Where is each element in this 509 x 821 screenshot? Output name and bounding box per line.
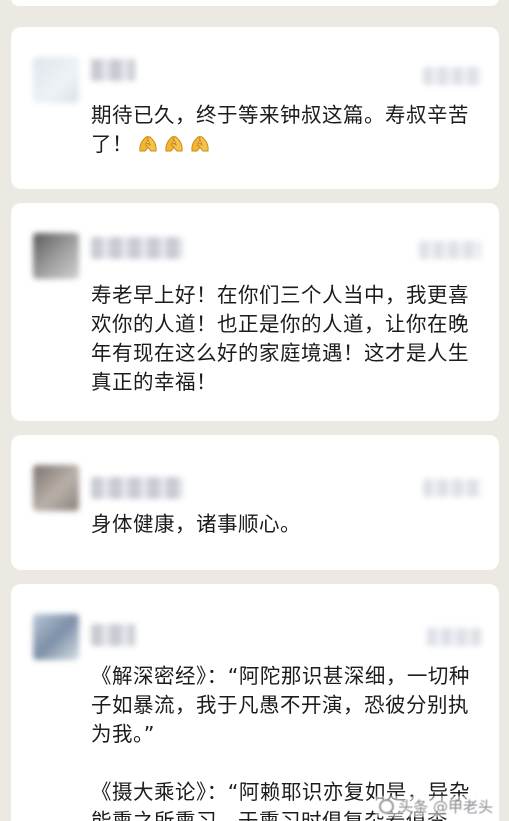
timestamp (423, 67, 481, 85)
timestamp (419, 241, 481, 259)
hands-icon (189, 134, 211, 154)
comment-card[interactable]: 期待已久，终于等来钟叔这篇。寿叔辛苦了！ (11, 27, 499, 189)
comment-card[interactable]: 寿老早上好！在你们三个人当中，我更喜欢你的人道！也正是你的人道，让你在晚年有现在… (11, 203, 499, 421)
watermark: 头条 @甲老头 (375, 796, 497, 817)
avatar[interactable] (33, 614, 79, 660)
username[interactable] (91, 237, 183, 259)
avatar[interactable] (33, 57, 79, 103)
username[interactable] (91, 624, 135, 646)
comment-card[interactable]: 《解深密经》：“阿陀那识甚深细，一切种子如暴流，我于凡愚不开演，恐彼分别执为我。… (11, 584, 499, 821)
username[interactable] (91, 59, 135, 81)
emoji-group (133, 132, 211, 156)
hands-icon (137, 134, 159, 154)
comment-text: 身体健康，诸事顺心。 (91, 512, 301, 536)
previous-card-edge (11, 0, 499, 6)
avatar[interactable] (33, 465, 79, 511)
comment-text: 期待已久，终于等来钟叔这篇。寿叔辛苦了！ (91, 103, 469, 156)
comments-screen: 期待已久，终于等来钟叔这篇。寿叔辛苦了！ 寿老早上好！在你们三个人当中，我更喜欢… (0, 0, 509, 821)
watermark-logo-icon (379, 799, 395, 814)
timestamp (427, 628, 481, 646)
avatar[interactable] (33, 233, 79, 279)
username[interactable] (91, 477, 183, 499)
comment-card[interactable]: 身体健康，诸事顺心。 (11, 435, 499, 570)
timestamp (423, 479, 481, 497)
comment-text: 寿老早上好！在你们三个人当中，我更喜欢你的人道！也正是你的人道，让你在晚年有现在… (91, 283, 469, 394)
hands-icon (163, 134, 185, 154)
